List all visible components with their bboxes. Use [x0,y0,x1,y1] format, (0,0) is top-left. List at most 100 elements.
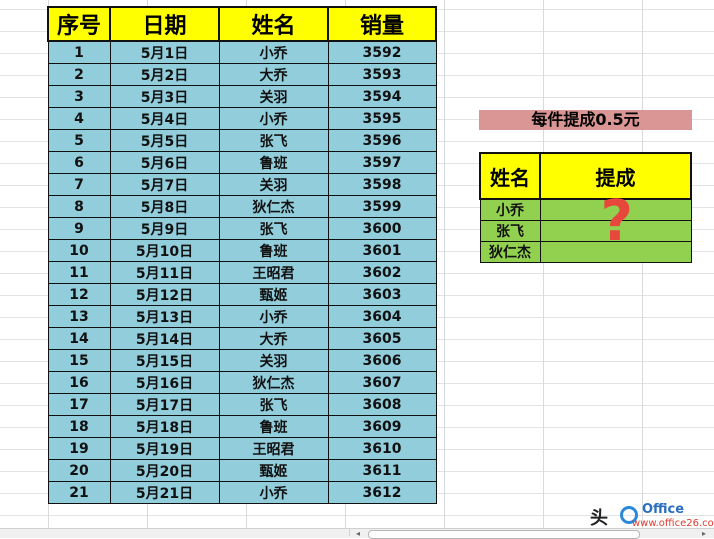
cell-sales[interactable]: 3609 [327,415,437,438]
cell-sales[interactable]: 3598 [327,173,437,196]
cell-index[interactable]: 10 [47,239,111,262]
cell-name[interactable]: 狄仁杰 [218,371,329,394]
table-row: 张飞 [479,220,692,242]
cell-sales[interactable]: 3593 [327,63,437,86]
cell-index[interactable]: 9 [47,217,111,240]
cell-sales[interactable]: 3612 [327,481,437,504]
cell-index[interactable]: 6 [47,151,111,174]
cell-name[interactable]: 大乔 [218,63,329,86]
cell-sales[interactable]: 3596 [327,129,437,152]
cell-sales[interactable]: 3595 [327,107,437,130]
cell-sales[interactable]: 3610 [327,437,437,460]
cell-name[interactable]: 小乔 [218,305,329,328]
cell-date[interactable]: 5月13日 [109,305,220,328]
cell-index[interactable]: 7 [47,173,111,196]
cell-name[interactable]: 关羽 [218,85,329,108]
cell-sales[interactable]: 3607 [327,371,437,394]
scroll-right-arrow-icon[interactable]: ▸ [702,529,706,538]
cell-index[interactable]: 21 [47,481,111,504]
cell-name[interactable]: 鲁班 [218,151,329,174]
cell-index[interactable]: 19 [47,437,111,460]
cell-date[interactable]: 5月1日 [109,40,220,64]
cell-sales[interactable]: 3594 [327,85,437,108]
cell-name[interactable]: 甄姬 [218,459,329,482]
cell-name[interactable]: 大乔 [218,327,329,350]
header-date[interactable]: 日期 [109,6,220,42]
cell-date[interactable]: 5月6日 [109,151,220,174]
cell-index[interactable]: 16 [47,371,111,394]
header-sales[interactable]: 销量 [327,6,437,42]
cell-index[interactable]: 11 [47,261,111,284]
cell-sales[interactable]: 3604 [327,305,437,328]
horizontal-scrollbar[interactable]: ⋮ ◂ ▸ [0,528,714,539]
cell-date[interactable]: 5月2日 [109,63,220,86]
cell-sales[interactable]: 3608 [327,393,437,416]
cell-name[interactable]: 甄姬 [218,283,329,306]
cell-date[interactable]: 5月9日 [109,217,220,240]
cell-name[interactable]: 关羽 [218,173,329,196]
cell-index[interactable]: 12 [47,283,111,306]
cell-date[interactable]: 5月5日 [109,129,220,152]
header-index[interactable]: 序号 [47,6,111,42]
cell-name[interactable]: 张飞 [218,217,329,240]
split-handle-icon[interactable]: ⋮ [346,530,353,537]
cell-name[interactable]: 鲁班 [218,415,329,438]
cell-date[interactable]: 5月4日 [109,107,220,130]
cell-index[interactable]: 20 [47,459,111,482]
cell-index[interactable]: 2 [47,63,111,86]
cell-date[interactable]: 5月10日 [109,239,220,262]
cell-name[interactable]: 张飞 [218,129,329,152]
cell-date[interactable]: 5月15日 [109,349,220,372]
cell-sales[interactable]: 3592 [327,40,437,64]
cell-date[interactable]: 5月17日 [109,393,220,416]
cell-name[interactable]: 王昭君 [218,437,329,460]
cell-name[interactable]: 小乔 [218,481,329,504]
cell-date[interactable]: 5月20日 [109,459,220,482]
cell-sales[interactable]: 3601 [327,239,437,262]
cell-name[interactable]: 王昭君 [218,261,329,284]
cell-sales[interactable]: 3597 [327,151,437,174]
scroll-left-arrow-icon[interactable]: ◂ [356,529,360,538]
cell-sales[interactable]: 3603 [327,283,437,306]
cell-date[interactable]: 5月7日 [109,173,220,196]
cell-index[interactable]: 15 [47,349,111,372]
commission-cell-name[interactable]: 张飞 [479,220,541,242]
cell-index[interactable]: 5 [47,129,111,152]
cell-name[interactable]: 小乔 [218,107,329,130]
cell-index[interactable]: 8 [47,195,111,218]
cell-date[interactable]: 5月18日 [109,415,220,438]
cell-index[interactable]: 4 [47,107,111,130]
cell-index[interactable]: 1 [47,40,111,64]
cell-index[interactable]: 13 [47,305,111,328]
cell-index[interactable]: 3 [47,85,111,108]
cell-date[interactable]: 5月12日 [109,283,220,306]
cell-date[interactable]: 5月14日 [109,327,220,350]
commission-cell-amount[interactable]: ? [539,194,692,250]
cell-sales[interactable]: 3605 [327,327,437,350]
commission-header-name[interactable]: 姓名 [479,152,541,200]
cell-date[interactable]: 5月16日 [109,371,220,394]
cell-name[interactable]: 鲁班 [218,239,329,262]
cell-name[interactable]: 张飞 [218,393,329,416]
cell-sales[interactable]: 3606 [327,349,437,372]
spreadsheet-grid[interactable]: 序号 日期 姓名 销量 1 5月1日 小乔 3592 2 5月2日 大乔 3593 3 5月3… [0,0,714,529]
cell-index[interactable]: 17 [47,393,111,416]
header-name[interactable]: 姓名 [218,6,329,42]
cell-date[interactable]: 5月8日 [109,195,220,218]
cell-sales[interactable]: 3611 [327,459,437,482]
cell-sales[interactable]: 3602 [327,261,437,284]
cell-date[interactable]: 5月21日 [109,481,220,504]
cell-name[interactable]: 关羽 [218,349,329,372]
cell-date[interactable]: 5月3日 [109,85,220,108]
cell-index[interactable]: 14 [47,327,111,350]
cell-date[interactable]: 5月19日 [109,437,220,460]
commission-rate-banner[interactable]: 每件提成0.5元 [479,110,692,130]
commission-cell-name[interactable]: 小乔 [479,198,541,221]
cell-sales[interactable]: 3599 [327,195,437,218]
cell-date[interactable]: 5月11日 [109,261,220,284]
cell-index[interactable]: 18 [47,415,111,438]
cell-name[interactable]: 小乔 [218,40,329,64]
cell-sales[interactable]: 3600 [327,217,437,240]
commission-cell-name[interactable]: 狄仁杰 [479,241,541,263]
cell-name[interactable]: 狄仁杰 [218,195,329,218]
